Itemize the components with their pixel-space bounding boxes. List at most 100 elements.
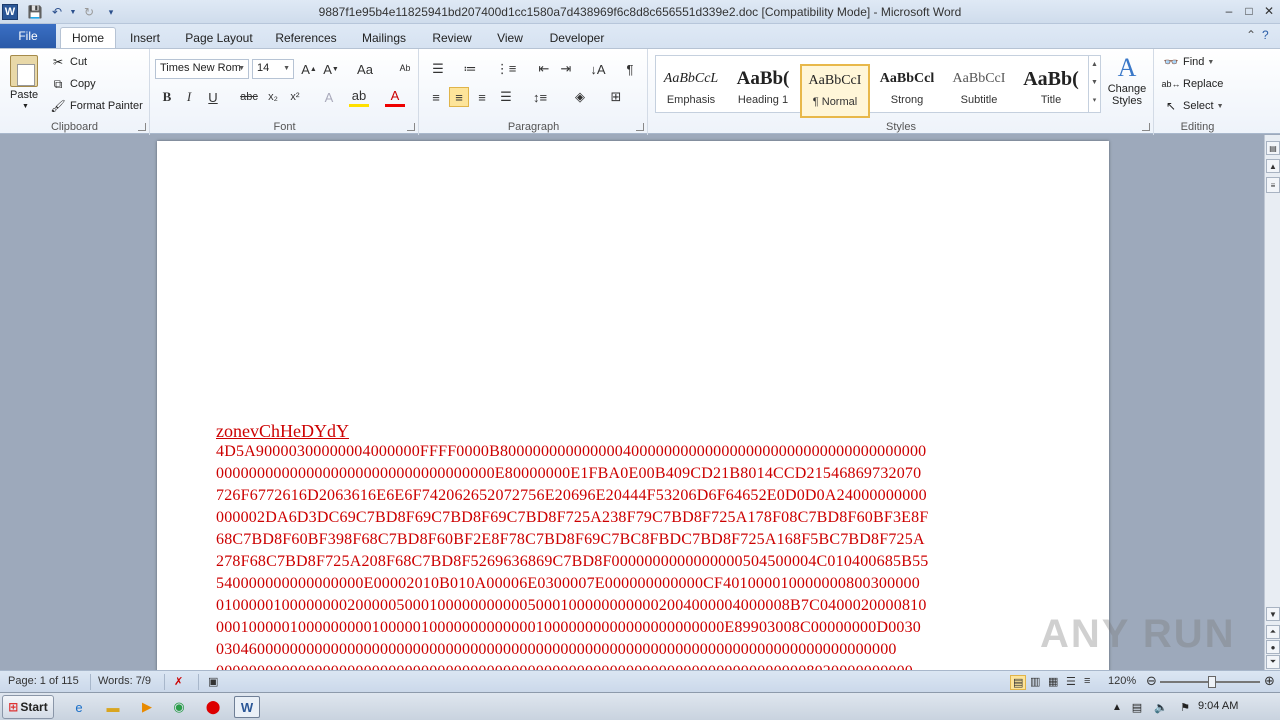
document-first-line[interactable]: zonevChHeDYdY bbox=[216, 421, 349, 442]
action-center-flag-icon[interactable]: ⚑ bbox=[1172, 696, 1198, 718]
scroll-thumb[interactable]: ≡ bbox=[1266, 177, 1280, 193]
change-styles-button[interactable]: A Change Styles bbox=[1105, 53, 1149, 107]
hex-line[interactable]: 278F68C7BD8F725A208F68C7BD8F5269636869C7… bbox=[216, 553, 1066, 571]
tab-page-layout[interactable]: Page Layout bbox=[180, 27, 258, 48]
change-case-icon[interactable]: Aa bbox=[355, 59, 375, 79]
paste-button[interactable]: Paste bbox=[10, 89, 38, 101]
page-count[interactable]: Page: 1 of 115 bbox=[8, 675, 79, 687]
hex-line[interactable]: 0000000000000000000000000000000000000000… bbox=[216, 663, 1066, 670]
font-size-box[interactable]: 14 ▼ bbox=[252, 59, 294, 79]
hex-line[interactable]: 726F6772616D2063616E6E6F742062652072756E… bbox=[216, 487, 1066, 505]
zoom-level[interactable]: 120% bbox=[1108, 675, 1136, 687]
line-spacing-icon[interactable]: ↕≡ bbox=[530, 87, 550, 107]
volume-icon[interactable]: 🔈 bbox=[1148, 696, 1174, 718]
align-left-icon[interactable]: ≡ bbox=[426, 87, 446, 107]
font-launcher-icon[interactable] bbox=[407, 123, 415, 131]
vertical-scrollbar[interactable]: ▤ ▲ ≡ ▼ ⏶ ● ⏷ bbox=[1264, 135, 1280, 670]
network-icon[interactable]: ▤ bbox=[1124, 696, 1150, 718]
outline-view-icon[interactable]: ☰ bbox=[1066, 675, 1076, 688]
style-title[interactable]: AaBb( Title bbox=[1016, 64, 1086, 118]
cut-button[interactable]: ✂ Cut bbox=[50, 54, 87, 70]
scroll-down-button[interactable]: ▼ bbox=[1266, 607, 1280, 621]
print-layout-view-icon[interactable]: ▤ bbox=[1010, 675, 1027, 690]
justify-icon[interactable]: ☰ bbox=[496, 87, 516, 107]
tab-developer[interactable]: Developer bbox=[542, 27, 612, 48]
font-name-box[interactable]: Times New Rom ▼ bbox=[155, 59, 249, 79]
italic-icon[interactable]: I bbox=[179, 87, 199, 107]
styles-scroll-buttons[interactable]: ▲ ▼ ▾ bbox=[1088, 56, 1100, 112]
zoom-out-icon[interactable]: ⊖ bbox=[1146, 673, 1157, 689]
multilevel-list-icon[interactable]: ⋮≡ bbox=[496, 59, 517, 79]
scroll-up-button[interactable]: ▲ bbox=[1266, 159, 1280, 173]
close-button[interactable]: ✕ bbox=[1260, 2, 1278, 20]
select-browse-object-button[interactable]: ● bbox=[1266, 640, 1280, 654]
underline-icon[interactable]: U bbox=[203, 87, 223, 107]
hex-line[interactable]: 0304600000000000000000000000000000000000… bbox=[216, 641, 1066, 659]
styles-launcher-icon[interactable] bbox=[1142, 123, 1150, 131]
font-name-dropdown-icon[interactable]: ▼ bbox=[238, 65, 245, 72]
format-painter-button[interactable]: 🖌 Format Painter bbox=[50, 98, 142, 114]
bold-icon[interactable]: B bbox=[157, 87, 177, 107]
hex-line[interactable]: 000002DA6D3DC69C7BD8F69C7BD8F69C7BD8F725… bbox=[216, 509, 1066, 527]
subscript-icon[interactable]: x₂ bbox=[263, 87, 283, 107]
proofing-icon[interactable]: ✗ bbox=[174, 675, 183, 688]
hex-line[interactable]: 0001000001000000000100000100000000000001… bbox=[216, 619, 1066, 637]
shrink-font-icon[interactable]: A ▼ bbox=[321, 59, 341, 79]
tab-file[interactable]: File bbox=[0, 24, 56, 48]
bullets-icon[interactable]: ☰ bbox=[428, 59, 448, 79]
internet-explorer-icon[interactable]: e bbox=[66, 696, 92, 718]
tab-review[interactable]: Review bbox=[426, 27, 478, 48]
draft-view-icon[interactable]: ≡ bbox=[1084, 675, 1090, 687]
document-page[interactable]: zonevChHeDYdY 4D5A90000300000004000000FF… bbox=[157, 141, 1109, 670]
next-page-button[interactable]: ⏷ bbox=[1266, 655, 1280, 669]
full-screen-reading-icon[interactable]: ▥ bbox=[1030, 675, 1040, 688]
start-button[interactable]: ⊞ Start bbox=[2, 695, 54, 719]
select-button[interactable]: ↖ Select ▼ bbox=[1163, 98, 1224, 114]
style-normal[interactable]: AaBbCcI ¶ Normal bbox=[800, 64, 870, 118]
explorer-folder-icon[interactable]: ▬ bbox=[100, 696, 126, 718]
increase-indent-icon[interactable]: ⇥ bbox=[556, 59, 576, 79]
minimize-ribbon-icon[interactable]: ⌃ bbox=[1246, 28, 1256, 42]
paste-icon[interactable] bbox=[10, 55, 38, 87]
hex-line[interactable]: 540000000000000000E00002010B010A00006E03… bbox=[216, 575, 1066, 593]
zoom-slider-thumb[interactable] bbox=[1208, 676, 1216, 688]
style-strong[interactable]: AaBbCcl Strong bbox=[872, 64, 942, 118]
media-player-icon[interactable]: ▶ bbox=[134, 696, 160, 718]
highlight-icon[interactable]: ab bbox=[349, 87, 369, 107]
style-subtitle[interactable]: AaBbCcI Subtitle bbox=[944, 64, 1014, 118]
superscript-icon[interactable]: x² bbox=[285, 87, 305, 107]
ruler-toggle-icon[interactable]: ▤ bbox=[1266, 141, 1280, 155]
hex-line[interactable]: 0000000000000000000000000000000000E80000… bbox=[216, 465, 1066, 483]
copy-button[interactable]: ⧉ Copy bbox=[50, 76, 96, 92]
chrome-icon[interactable]: ◉ bbox=[166, 696, 192, 718]
clipboard-launcher-icon[interactable] bbox=[138, 123, 146, 131]
tab-view[interactable]: View bbox=[490, 27, 530, 48]
clock[interactable]: 9:04 AM bbox=[1198, 700, 1238, 712]
macro-recording-icon[interactable]: ▣ bbox=[208, 675, 218, 688]
tab-insert[interactable]: Insert bbox=[122, 27, 168, 48]
word-count[interactable]: Words: 7/9 bbox=[98, 675, 151, 687]
numbering-icon[interactable]: ≔ bbox=[460, 59, 480, 79]
minimize-button[interactable]: – bbox=[1220, 2, 1238, 20]
word-taskbar-button[interactable]: W bbox=[234, 696, 260, 718]
hex-line[interactable]: 0100000100000000200000500010000000000050… bbox=[216, 597, 1066, 615]
maximize-button[interactable]: □ bbox=[1240, 2, 1258, 20]
decrease-indent-icon[interactable]: ⇤ bbox=[534, 59, 554, 79]
tab-home[interactable]: Home bbox=[60, 27, 116, 48]
hex-line[interactable]: 4D5A90000300000004000000FFFF0000B8000000… bbox=[216, 443, 1066, 461]
find-button[interactable]: 👓 Find ▼ bbox=[1163, 54, 1215, 70]
web-layout-icon[interactable]: ▦ bbox=[1048, 675, 1058, 688]
previous-page-button[interactable]: ⏶ bbox=[1266, 625, 1280, 639]
align-center-icon[interactable]: ≡ bbox=[449, 87, 469, 107]
strikethrough-icon[interactable]: abc bbox=[239, 87, 259, 107]
help-icon[interactable]: ? bbox=[1262, 28, 1269, 42]
tab-references[interactable]: References bbox=[270, 27, 342, 48]
document-area[interactable]: zonevChHeDYdY 4D5A90000300000004000000FF… bbox=[0, 135, 1264, 670]
font-color-icon[interactable]: A bbox=[385, 87, 405, 107]
paragraph-launcher-icon[interactable] bbox=[636, 123, 644, 131]
borders-icon[interactable]: ⊞ bbox=[606, 87, 626, 107]
font-size-dropdown-icon[interactable]: ▼ bbox=[283, 65, 290, 72]
zoom-in-icon[interactable]: ⊕ bbox=[1264, 673, 1275, 689]
hex-line[interactable]: 68C7BD8F60BF398F68C7BD8F60BF2E8F78C7BD8F… bbox=[216, 531, 1066, 549]
replace-button[interactable]: ab↔ Replace bbox=[1162, 76, 1224, 92]
